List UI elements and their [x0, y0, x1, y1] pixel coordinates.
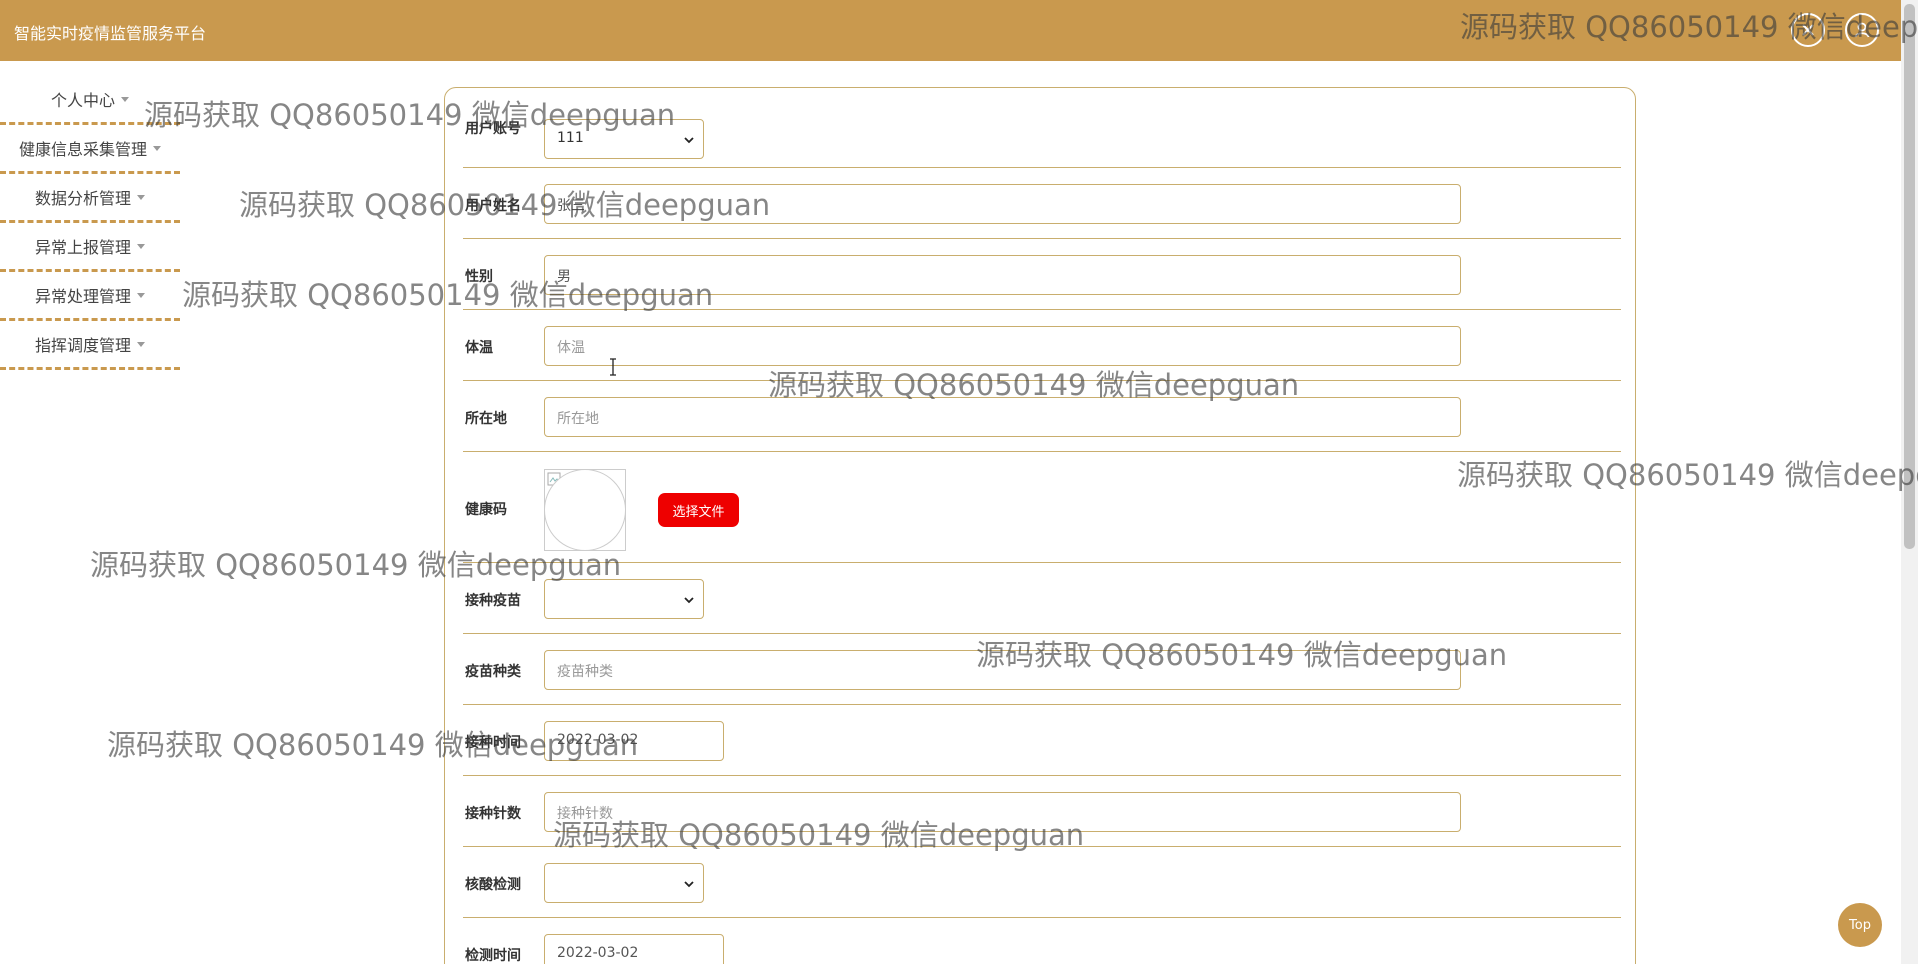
chevron-down-icon [684, 137, 694, 144]
chevron-down-icon [684, 881, 694, 888]
temperature-label: 体温 [465, 340, 493, 356]
form-row-location: 所在地 所在地 [463, 381, 1621, 452]
caret-down-icon [137, 194, 145, 200]
gender-field[interactable]: 男 [544, 255, 1461, 295]
form-row-vaccinated: 接种疫苗 [463, 563, 1621, 634]
vaccine-type-label: 疫苗种类 [465, 664, 521, 680]
form-row-health-code: 健康码 选择文件 [463, 452, 1621, 563]
vaccinated-label: 接种疫苗 [465, 593, 521, 609]
sidebar-item-label: 数据分析管理 [34, 189, 131, 208]
nucleic-test-label: 核酸检测 [465, 877, 521, 893]
form-row-vaccination-time: 接种时间 2022-03-02 [463, 705, 1621, 776]
back-to-top-button[interactable]: Top [1838, 903, 1882, 947]
name-field[interactable]: 张三 [544, 184, 1461, 224]
text-cursor-icon [610, 358, 616, 376]
caret-down-icon [121, 96, 129, 102]
health-form-card: 用户账号 111 用户姓名 张三 性别 男 体温 体温 所在地 所在地 健康码 … [444, 87, 1636, 964]
caret-down-icon [137, 341, 145, 347]
sidebar-item-label: 异常上报管理 [34, 238, 131, 257]
sidebar-item-data-analysis[interactable]: 数据分析管理 [0, 174, 180, 223]
account-select-value: 111 [557, 130, 584, 146]
account-select[interactable]: 111 [544, 119, 704, 159]
form-row-test-time: 检测时间 2022-03-02 [463, 918, 1621, 964]
vaccination-time-label: 接种时间 [465, 735, 521, 751]
form-row-nucleic-test: 核酸检测 [463, 847, 1621, 918]
form-row-vaccine-type: 疫苗种类 疫苗种类 [463, 634, 1621, 705]
sidebar-item-anomaly-report[interactable]: 异常上报管理 [0, 223, 180, 272]
test-time-label: 检测时间 [465, 948, 521, 964]
sidebar-item-label: 个人中心 [50, 91, 115, 110]
location-label: 所在地 [465, 411, 507, 427]
user-icon[interactable] [1845, 13, 1879, 47]
close-icon[interactable] [1791, 13, 1825, 47]
vaccination-time-field[interactable]: 2022-03-02 [544, 721, 724, 761]
scrollbar-thumb[interactable] [1904, 4, 1915, 549]
vaccinated-select[interactable] [544, 579, 704, 619]
nucleic-test-select[interactable] [544, 863, 704, 903]
sidebar-item-personal-center[interactable]: 个人中心 [0, 76, 180, 125]
vaccine-doses-label: 接种针数 [465, 806, 521, 822]
sidebar-item-label: 指挥调度管理 [34, 336, 131, 355]
choose-file-button[interactable]: 选择文件 [658, 493, 739, 527]
caret-down-icon [137, 292, 145, 298]
form-row-gender: 性别 男 [463, 239, 1621, 310]
sidebar-item-label: 健康信息采集管理 [18, 140, 147, 159]
sidebar-item-label: 异常处理管理 [34, 287, 131, 306]
location-field[interactable]: 所在地 [544, 397, 1461, 437]
gender-label: 性别 [465, 269, 493, 285]
form-row-vaccine-doses: 接种针数 接种针数 [463, 776, 1621, 847]
chevron-down-icon [684, 597, 694, 604]
top-header: 智能实时疫情监管服务平台 [0, 0, 1918, 61]
caret-down-icon [137, 243, 145, 249]
page-scrollbar[interactable] [1901, 0, 1918, 964]
health-code-label: 健康码 [465, 502, 507, 518]
account-label: 用户账号 [465, 121, 521, 137]
vaccine-type-field[interactable]: 疫苗种类 [544, 650, 1461, 690]
test-time-field[interactable]: 2022-03-02 [544, 934, 724, 964]
temperature-field[interactable]: 体温 [544, 326, 1461, 366]
sidebar-item-health-collection[interactable]: 健康信息采集管理 [0, 125, 180, 174]
caret-down-icon [153, 145, 161, 151]
sidebar-nav: 个人中心 健康信息采集管理 数据分析管理 异常上报管理 异常处理管理 指挥调度管… [0, 76, 180, 370]
form-row-account: 用户账号 111 [463, 88, 1621, 168]
health-code-image-preview [544, 469, 626, 551]
vaccine-doses-field[interactable]: 接种针数 [544, 792, 1461, 832]
form-row-temperature: 体温 体温 [463, 310, 1621, 381]
form-row-name: 用户姓名 张三 [463, 168, 1621, 239]
app-title: 智能实时疫情监管服务平台 [14, 24, 207, 43]
name-label: 用户姓名 [465, 198, 521, 214]
sidebar-item-command-dispatch[interactable]: 指挥调度管理 [0, 321, 180, 370]
sidebar-item-anomaly-handling[interactable]: 异常处理管理 [0, 272, 180, 321]
